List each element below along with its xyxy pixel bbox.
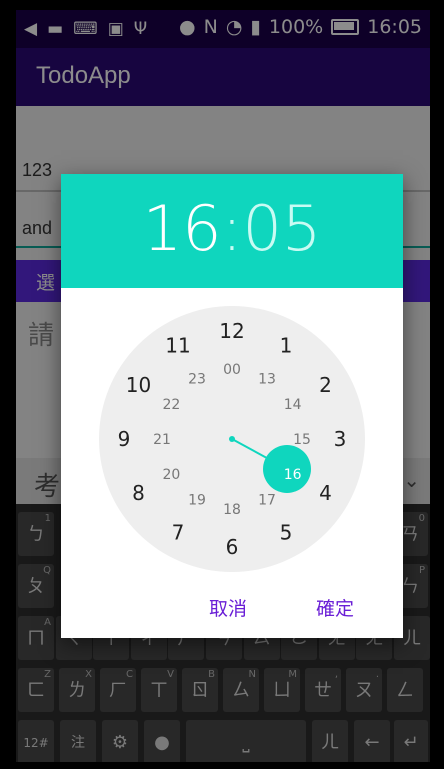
clock-hour-19[interactable]: 19: [188, 493, 206, 509]
clock-hour-00[interactable]: 00: [223, 362, 241, 378]
time-display: 16:05: [61, 192, 403, 265]
clock-hour-3[interactable]: 3: [334, 427, 347, 451]
time-separator: :: [221, 192, 243, 265]
clock-hour-17[interactable]: 17: [258, 493, 276, 509]
time-picker-header: 16:05: [61, 174, 403, 288]
clock-hour-23[interactable]: 23: [188, 371, 206, 387]
time-picker-dialog: 16:05 12 1 2 3 4 5 6 7 8 9 10 11 00 13 14 15 16 17 18 19 20…: [61, 174, 403, 638]
clock-center: [229, 436, 235, 442]
clock-hour-1[interactable]: 1: [280, 334, 293, 358]
clock-hour-21[interactable]: 21: [153, 432, 171, 448]
clock-hour-20[interactable]: 20: [162, 467, 180, 483]
clock-hour-4[interactable]: 4: [319, 481, 332, 505]
hour-display[interactable]: 16: [143, 192, 222, 265]
clock-hour-8[interactable]: 8: [132, 481, 145, 505]
clock-hour-11[interactable]: 11: [165, 334, 190, 358]
clock-hour-2[interactable]: 2: [319, 373, 332, 397]
clock-hour-12[interactable]: 12: [219, 319, 244, 343]
clock-hour-5[interactable]: 5: [280, 521, 293, 545]
minute-display[interactable]: 05: [242, 192, 321, 265]
clock-hour-6[interactable]: 6: [226, 535, 239, 559]
clock-hour-16[interactable]: 16: [284, 467, 302, 483]
clock-hour-15[interactable]: 15: [293, 432, 311, 448]
clock-hour-13[interactable]: 13: [258, 371, 276, 387]
clock-dial[interactable]: 121234567891011 001314151617181920212223: [97, 304, 367, 574]
clock-hour-18[interactable]: 18: [223, 502, 241, 518]
ok-button[interactable]: 確定: [316, 594, 354, 621]
clock-hour-22[interactable]: 22: [162, 397, 180, 413]
clock-hour-14[interactable]: 14: [284, 397, 302, 413]
clock-hour-9[interactable]: 9: [118, 427, 131, 451]
phone-screen: ◀ ▬ ⌨ ▣ Ψ ● N ◔ ▮ 100% 16:05 TodoApp 123…: [16, 10, 430, 762]
clock-hour-7[interactable]: 7: [172, 521, 185, 545]
cancel-button[interactable]: 取消: [209, 594, 247, 621]
clock-hour-10[interactable]: 10: [126, 373, 151, 397]
